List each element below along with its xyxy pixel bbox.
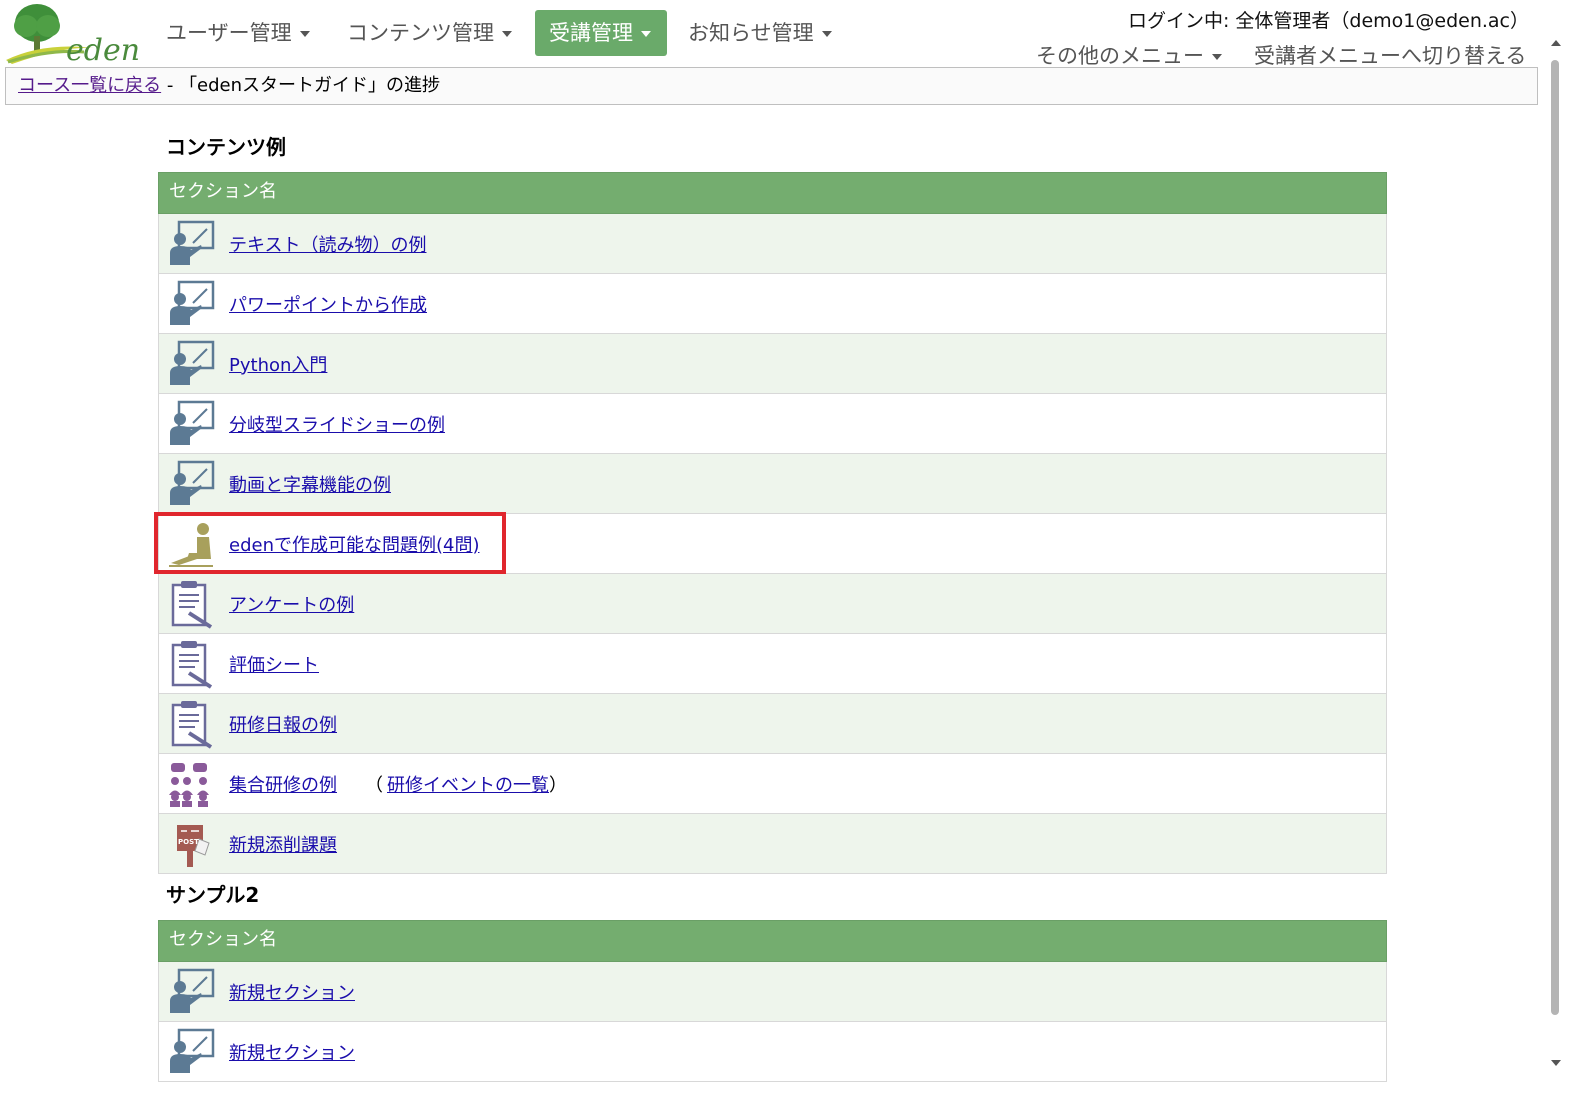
logo-text: eden bbox=[66, 33, 140, 66]
switch-to-learner-menu[interactable]: 受講者メニューへ切り替える bbox=[1254, 40, 1526, 70]
content-link[interactable]: テキスト（読み物）の例 bbox=[229, 231, 426, 257]
nav-attendance-management-label: 受講管理 bbox=[549, 21, 633, 45]
post-label: POST bbox=[178, 838, 199, 846]
survey-icon bbox=[171, 700, 213, 749]
vertical-scrollbar[interactable] bbox=[1548, 30, 1562, 1086]
scroll-thumb[interactable] bbox=[1551, 60, 1559, 1015]
lecture-icon bbox=[170, 460, 215, 505]
breadcrumb-current: 「edenスタートガイド」の進捗 bbox=[179, 75, 441, 96]
login-status: ログイン中: 全体管理者（demo1@eden.ac） bbox=[1127, 10, 1529, 32]
post-icon: POST bbox=[177, 824, 210, 867]
content-link[interactable]: 新規セクション bbox=[229, 979, 355, 1005]
list-item: 新規セクション bbox=[158, 1022, 1387, 1082]
nav-content-management-label: コンテンツ管理 bbox=[347, 21, 494, 45]
lecture-icon bbox=[170, 400, 215, 445]
other-menu-dropdown[interactable]: その他のメニュー bbox=[1036, 40, 1222, 70]
content-link[interactable]: 分岐型スライドショーの例 bbox=[229, 411, 445, 437]
nav-notice-management[interactable]: お知らせ管理 bbox=[674, 10, 846, 56]
list-item: 研修日報の例 bbox=[158, 694, 1387, 754]
caret-down-icon bbox=[1212, 54, 1222, 60]
content-link[interactable]: edenで作成可能な問題例(4問) bbox=[229, 531, 479, 557]
content-link[interactable]: パワーポイントから作成 bbox=[229, 291, 427, 317]
list-item: POST 新規添削課題 bbox=[158, 814, 1387, 874]
section-header: セクション名 bbox=[158, 172, 1387, 214]
course-title: コンテンツ例 bbox=[166, 135, 286, 159]
content-link[interactable]: 新規セクション bbox=[229, 1039, 355, 1065]
content-link[interactable]: 研修日報の例 bbox=[229, 711, 337, 737]
list-item: 動画と字幕機能の例 bbox=[158, 454, 1387, 514]
content-link[interactable]: 動画と字幕機能の例 bbox=[229, 471, 391, 497]
list-item: 分岐型スライドショーの例 bbox=[158, 394, 1387, 454]
list-item: Python入門 bbox=[158, 334, 1387, 394]
lecture-icon bbox=[170, 340, 215, 385]
nav-attendance-management[interactable]: 受講管理 bbox=[535, 10, 667, 56]
content-link[interactable]: 評価シート bbox=[229, 651, 319, 677]
paren-open: （ bbox=[365, 774, 383, 796]
scroll-down-arrow-icon[interactable] bbox=[1551, 1060, 1561, 1066]
list-item: 集合研修の例 （研修イベントの一覧） bbox=[158, 754, 1387, 814]
list-item: テキスト（読み物）の例 bbox=[158, 214, 1387, 274]
group-training-icon bbox=[169, 762, 209, 807]
content-link[interactable]: アンケートの例 bbox=[229, 591, 354, 617]
scroll-up-arrow-icon[interactable] bbox=[1551, 40, 1561, 46]
nav-user-management[interactable]: ユーザー管理 bbox=[152, 10, 324, 56]
list-item: edenで作成可能な問題例(4問) bbox=[154, 512, 1387, 574]
list-item: アンケートの例 bbox=[158, 574, 1387, 634]
lecture-icon bbox=[170, 280, 215, 325]
breadcrumb-separator: - bbox=[161, 75, 180, 96]
list-item: 評価シート bbox=[158, 634, 1387, 694]
nav-user-management-label: ユーザー管理 bbox=[166, 21, 292, 45]
breadcrumb: コース一覧に戻る - 「edenスタートガイド」の進捗 bbox=[5, 67, 1538, 105]
lecture-icon bbox=[170, 1028, 215, 1073]
caret-down-icon bbox=[641, 31, 651, 37]
content-link[interactable]: 集合研修の例 bbox=[229, 771, 337, 797]
back-to-course-list-link[interactable]: コース一覧に戻る bbox=[18, 75, 161, 96]
survey-icon bbox=[171, 580, 213, 629]
caret-down-icon bbox=[502, 31, 512, 37]
eden-logo[interactable]: eden bbox=[4, 2, 144, 66]
course-progress-list: コンテンツ例 セクション名 テキスト（読み物）の例 パワーポイントから作成 Py… bbox=[154, 128, 1387, 1082]
section-header: セクション名 bbox=[158, 920, 1387, 962]
course-title: サンプル2 bbox=[166, 883, 260, 907]
nav-content-management[interactable]: コンテンツ管理 bbox=[333, 10, 526, 56]
caret-down-icon bbox=[821, 31, 832, 37]
training-event-list-link[interactable]: 研修イベントの一覧 bbox=[387, 775, 549, 796]
lecture-icon bbox=[170, 968, 215, 1013]
event-list-wrapper: （研修イベントの一覧） bbox=[365, 771, 567, 797]
lecture-icon bbox=[170, 220, 215, 265]
other-menu-label: その他のメニュー bbox=[1036, 44, 1204, 68]
top-header: eden ユーザー管理 コンテンツ管理 受講管理 お知らせ管理 ログイン中: 全… bbox=[0, 0, 1548, 68]
content-link[interactable]: Python入門 bbox=[229, 351, 327, 377]
list-item: パワーポイントから作成 bbox=[158, 274, 1387, 334]
content-link[interactable]: 新規添削課題 bbox=[229, 831, 337, 857]
paren-close: ） bbox=[549, 774, 567, 796]
caret-down-icon bbox=[299, 31, 310, 37]
exam-icon bbox=[169, 522, 213, 567]
list-item: 新規セクション bbox=[158, 962, 1387, 1022]
nav-notice-management-label: お知らせ管理 bbox=[688, 21, 814, 45]
survey-icon bbox=[171, 640, 213, 689]
